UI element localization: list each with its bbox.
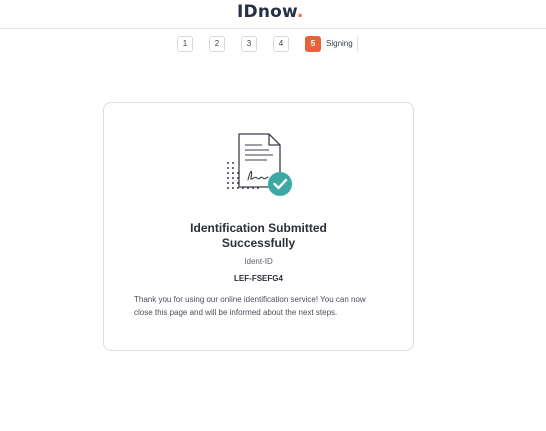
step-1: 1	[177, 36, 193, 52]
logo-text: IDnow	[237, 2, 297, 22]
progress-stepper: 1 2 3 4 5 Signing	[177, 36, 358, 52]
active-step-label: Signing	[326, 36, 358, 52]
logo-dot: .	[296, 2, 304, 22]
signed-document-check-icon	[225, 131, 295, 201]
success-title: Identification Submitted Successfully	[104, 221, 413, 251]
success-card: Identification Submitted Successfully Id…	[103, 102, 414, 351]
step-5-active: 5	[305, 36, 321, 52]
step-4: 4	[273, 36, 289, 52]
ident-id-label: Ident-ID	[244, 257, 273, 266]
idnow-logo: IDnow.	[237, 1, 304, 23]
page: IDnow. 1 2 3 4 5 Signing Identification …	[0, 0, 546, 431]
success-title-line-2: Successfully	[221, 236, 296, 250]
completion-message: Thank you for using our online identific…	[134, 295, 366, 317]
ident-id-value: LEF-FSEFG4	[234, 274, 283, 283]
step-2: 2	[209, 36, 225, 52]
step-3: 3	[241, 36, 257, 52]
header: IDnow.	[0, 0, 546, 29]
success-title-line-1: Identification Submitted	[190, 221, 327, 235]
